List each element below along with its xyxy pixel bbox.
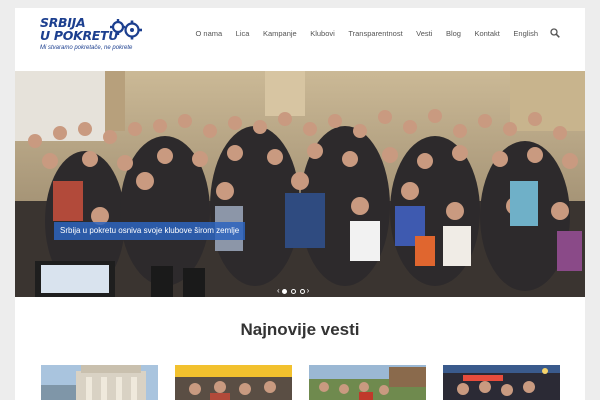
slider-dot-3[interactable]: [299, 288, 305, 294]
news-image: [309, 365, 426, 400]
logo-tagline: Mi stvaramo pokretače, ne pokrete: [40, 45, 133, 51]
news-thumbnail[interactable]: [443, 365, 560, 400]
nav-item-english[interactable]: English: [513, 29, 538, 38]
hero-group-photo: [15, 71, 585, 297]
slide-caption[interactable]: Srbija u pokretu osniva svoje klubove ši…: [54, 222, 246, 240]
slider-dot-2[interactable]: [290, 288, 296, 294]
news-thumbnail[interactable]: [309, 365, 426, 400]
news-image: [41, 365, 158, 400]
page: SRBIJA U POKRETU Mi stvaramo pokretače, …: [15, 8, 585, 400]
nav-item-klubovi[interactable]: Klubovi: [310, 29, 335, 38]
slider-pagination: ‹ ›: [277, 287, 309, 295]
news-image: [443, 365, 560, 400]
slider-dot-1[interactable]: [281, 288, 287, 294]
news-image: [175, 365, 292, 400]
nav-item-lica[interactable]: Lica: [236, 29, 250, 38]
chevron-left-icon[interactable]: ‹: [277, 287, 280, 295]
news-thumbnail[interactable]: [41, 365, 158, 400]
nav-item-o-nama[interactable]: O nama: [195, 29, 222, 38]
nav-item-vesti[interactable]: Vesti: [416, 29, 432, 38]
news-thumbnails: [41, 365, 560, 400]
hero-slider[interactable]: Srbija u pokretu osniva svoje klubove ši…: [15, 71, 585, 297]
site-header: SRBIJA U POKRETU Mi stvaramo pokretače, …: [15, 8, 585, 64]
site-logo[interactable]: SRBIJA U POKRETU Mi stvaramo pokretače, …: [40, 15, 145, 57]
chevron-right-icon[interactable]: ›: [307, 287, 310, 295]
main-nav: O nama Lica Kampanje Klubovi Transparent…: [195, 26, 560, 40]
nav-item-kampanje[interactable]: Kampanje: [263, 29, 297, 38]
search-icon[interactable]: [550, 28, 560, 38]
latest-news-heading: Najnovije vesti: [240, 320, 360, 339]
nav-item-transparentnost[interactable]: Transparentnost: [348, 29, 402, 38]
gears-icon: [110, 19, 142, 40]
nav-item-blog[interactable]: Blog: [446, 29, 461, 38]
nav-item-kontakt[interactable]: Kontakt: [474, 29, 499, 38]
logo-line-2: U POKRETU: [40, 28, 119, 43]
news-thumbnail[interactable]: [175, 365, 292, 400]
